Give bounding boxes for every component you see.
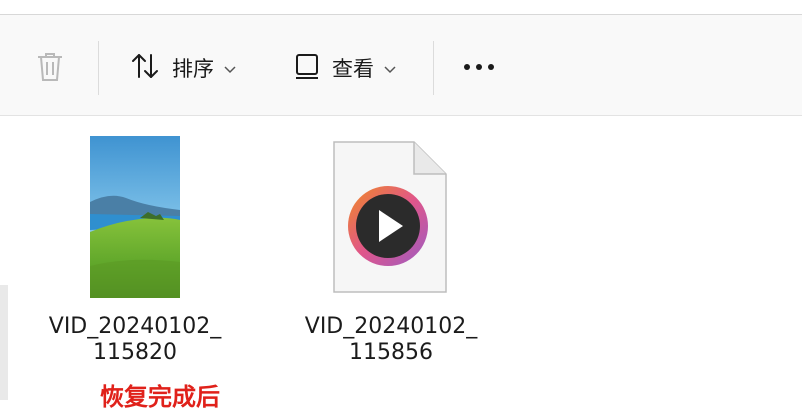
sort-arrows-icon	[130, 51, 160, 85]
more-options-button[interactable]	[462, 55, 496, 83]
file-name-line2: 115856	[349, 340, 433, 365]
trash-icon	[36, 51, 64, 87]
file-item-video-115820[interactable]: VID_20240102_ 115820	[40, 134, 230, 366]
toolbar-separator	[98, 41, 99, 95]
video-thumbnail-image	[90, 136, 180, 298]
chevron-down-icon	[384, 59, 396, 78]
video-file-icon	[332, 140, 448, 294]
view-label: 查看	[332, 57, 374, 81]
more-icon	[462, 55, 496, 83]
command-bar: 排序 查看	[0, 14, 802, 116]
file-item-video-115856[interactable]: VID_20240102_ 115856	[296, 134, 486, 366]
sort-button[interactable]: 排序	[130, 51, 236, 85]
window-top-strip	[0, 0, 802, 14]
toolbar-separator	[433, 41, 434, 95]
annotation-caption: 恢复完成后	[100, 383, 220, 411]
left-scroll-edge	[0, 285, 8, 400]
delete-button[interactable]	[36, 51, 64, 87]
chevron-down-icon	[224, 59, 236, 78]
sort-label: 排序	[172, 57, 214, 81]
view-icon	[294, 51, 320, 85]
view-button[interactable]: 查看	[294, 51, 396, 85]
file-name-line2: 115820	[93, 340, 177, 365]
